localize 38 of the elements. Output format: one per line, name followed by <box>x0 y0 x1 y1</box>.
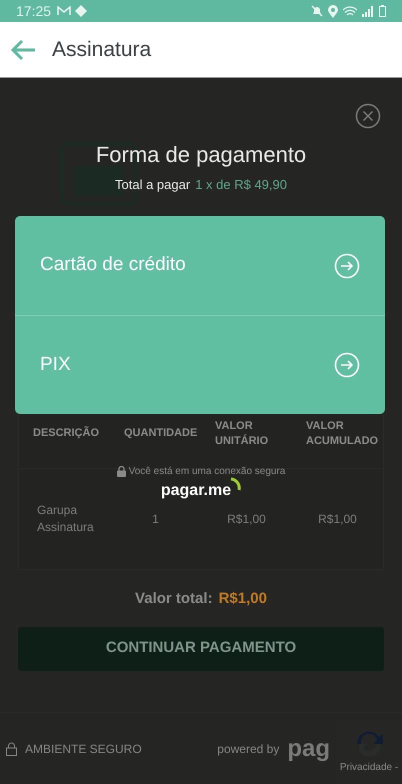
payment-option[interactable]: PIX <box>15 315 385 414</box>
continue-button[interactable]: CONTINUAR PAGAMENTO <box>18 626 384 670</box>
location-icon <box>328 4 338 18</box>
table-cell-text: R$1,00 <box>226 510 267 528</box>
secure-connection-note: Você está em uma conexão segura <box>128 465 286 479</box>
column-header: QUANTIDADE <box>123 426 198 441</box>
lock-icon <box>116 466 126 477</box>
total-value: R$1,00 <box>218 589 267 609</box>
total-label: Valor total: <box>135 589 213 609</box>
recaptcha-link[interactable]: Privacidade - <box>340 760 398 775</box>
modal-title: Forma de pagamento <box>96 141 306 169</box>
status-time: 17:25 <box>16 2 52 20</box>
wifi-icon <box>343 6 357 16</box>
lock-icon <box>6 742 17 756</box>
loading-arc-icon <box>229 477 242 493</box>
column-header: DESCRIÇÃO <box>32 426 100 441</box>
mute-icon <box>311 5 323 17</box>
powered-by-text: powered by <box>217 740 280 758</box>
column-header: VALOR UNITÁRIO <box>214 418 270 448</box>
close-icon[interactable] <box>355 103 381 129</box>
secure-label: AMBIENTE SEGURO <box>25 740 142 758</box>
page-title: Assinatura <box>52 36 152 63</box>
table-cell-text: R$1,00 <box>317 510 358 528</box>
table-cell-text: Garupa Assinatura <box>36 502 95 536</box>
battery-icon <box>379 5 386 17</box>
mail-icon <box>57 6 72 16</box>
signal-icon <box>362 6 374 16</box>
arrow-circle-icon <box>334 252 360 278</box>
notification-icon <box>75 5 88 17</box>
total-to-pay-label: Total a pagar <box>115 176 190 194</box>
total-to-pay-value: 1 x de R$ 49,90 <box>195 176 287 194</box>
arrow-circle-icon <box>334 352 360 378</box>
payment-option[interactable]: Cartão de crédito <box>15 216 385 315</box>
table-cell-text: 1 <box>151 510 160 528</box>
brand-logo: pag <box>287 734 330 762</box>
pagarme-logo: pagar.me <box>160 481 232 501</box>
column-header: VALOR ACUMULADO <box>305 418 380 448</box>
back-arrow-icon[interactable] <box>10 38 36 60</box>
